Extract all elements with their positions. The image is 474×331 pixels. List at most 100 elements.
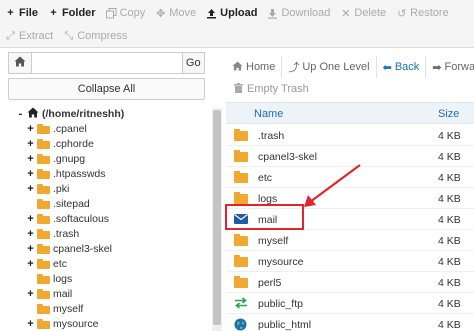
- upload-button[interactable]: Upload: [201, 3, 262, 23]
- go-button[interactable]: Go: [181, 53, 204, 73]
- upload-label: Upload: [220, 7, 258, 19]
- tree-home-button[interactable]: [9, 53, 32, 73]
- folder-icon: [37, 318, 50, 329]
- collapse-all-button[interactable]: Collapse All: [8, 78, 205, 100]
- download-button[interactable]: Download: [262, 3, 335, 23]
- new-folder-label: Folder: [61, 7, 96, 19]
- file-size: 4 KB: [438, 172, 461, 184]
- tree-item[interactable]: + .cphorde: [26, 136, 94, 151]
- tree-item[interactable]: + .trash: [26, 226, 79, 241]
- collapse-toggle-icon[interactable]: -: [16, 108, 25, 120]
- compress-icon: ⤡: [64, 29, 74, 42]
- tree-item[interactable]: logs: [26, 271, 72, 286]
- name-column-header[interactable]: Name: [254, 108, 283, 120]
- folder-icon: [37, 183, 50, 194]
- file-row[interactable]: .trash 4 KB: [226, 125, 474, 146]
- tree-item[interactable]: + mysource: [26, 316, 98, 331]
- file-size: 4 KB: [438, 193, 461, 205]
- tree-item[interactable]: - (/home/ritneshh): [16, 106, 124, 121]
- toggle-spacer: [26, 273, 35, 284]
- file-name: public_ftp: [258, 298, 303, 310]
- size-column-header[interactable]: Size: [438, 108, 459, 120]
- directory-tree-pane: Go Collapse All - (/home/ritneshh) + .cpane…: [0, 48, 222, 331]
- expand-toggle-icon[interactable]: +: [26, 228, 35, 240]
- expand-toggle-icon[interactable]: +: [26, 243, 35, 255]
- folder-icon: [37, 153, 50, 164]
- folder-icon: [37, 198, 50, 209]
- close-icon: ✕: [341, 7, 351, 20]
- tree-item[interactable]: + .gnupg: [26, 151, 85, 166]
- tree-item[interactable]: + cpanel3-skel: [26, 241, 112, 256]
- file-row[interactable]: mysource 4 KB: [226, 251, 474, 272]
- expand-toggle-icon[interactable]: +: [26, 153, 35, 165]
- folder-icon: [37, 213, 50, 224]
- home-button[interactable]: Home: [226, 56, 283, 78]
- download-label: Download: [281, 7, 331, 19]
- file-row[interactable]: myself 4 KB: [226, 230, 474, 251]
- file-size: 4 KB: [438, 151, 461, 163]
- tree-scrollbar-thumb[interactable]: [213, 110, 221, 325]
- tree-item[interactable]: + .htpasswds: [26, 166, 105, 181]
- copy-button[interactable]: Copy: [101, 3, 151, 23]
- download-icon: [267, 8, 278, 19]
- tree-item-label: mail: [53, 287, 73, 300]
- new-folder-button[interactable]: + Folder: [43, 3, 101, 23]
- folder-icon: [37, 258, 50, 269]
- expand-toggle-icon[interactable]: +: [26, 168, 35, 180]
- expand-toggle-icon[interactable]: +: [26, 138, 35, 150]
- folder-icon: [37, 123, 50, 134]
- empty-trash-button[interactable]: Empty Trash: [234, 79, 309, 99]
- file-row[interactable]: public_html 4 KB: [226, 314, 474, 331]
- folder-icon: [37, 273, 50, 284]
- file-row[interactable]: public_ftp 4 KB: [226, 293, 474, 314]
- upload-icon: [206, 8, 217, 19]
- file-row[interactable]: perl5 4 KB: [226, 272, 474, 293]
- tree-item[interactable]: myself: [26, 301, 83, 316]
- compress-button[interactable]: ⤡ Compress: [58, 26, 132, 46]
- folder-icon: [234, 192, 248, 204]
- expand-toggle-icon[interactable]: +: [26, 213, 35, 225]
- tree-item[interactable]: + .pki: [26, 181, 69, 196]
- navigation-bar: Home ⤴ Up One Level ⬅ Back ➡ Forward: [226, 54, 474, 80]
- file-size: 4 KB: [438, 277, 461, 289]
- home-icon: [232, 60, 243, 74]
- restore-button[interactable]: ↺ Restore: [391, 3, 454, 23]
- tree-item-label: myself: [53, 302, 84, 315]
- folder-icon: [37, 138, 50, 149]
- expand-toggle-icon[interactable]: +: [26, 123, 35, 135]
- tree-item[interactable]: + mail: [26, 286, 72, 301]
- move-button[interactable]: ✥ Move: [150, 3, 201, 23]
- expand-toggle-icon[interactable]: +: [26, 318, 35, 330]
- arrow-right-icon: ➡: [432, 61, 442, 74]
- up-one-level-button[interactable]: ⤴ Up One Level: [282, 56, 377, 78]
- expand-toggle-icon[interactable]: +: [26, 288, 35, 300]
- file-size: 4 KB: [438, 298, 461, 310]
- folder-icon: [234, 150, 248, 162]
- tree-item[interactable]: + etc: [26, 256, 67, 271]
- file-table-header: Name Size: [226, 102, 474, 124]
- tree-item-label: logs: [53, 272, 73, 285]
- tree-item[interactable]: .sitepad: [26, 196, 90, 211]
- path-input[interactable]: [31, 53, 182, 73]
- new-file-label: File: [19, 7, 38, 19]
- file-name: etc: [258, 172, 273, 184]
- arrow-left-icon: ⬅: [382, 61, 392, 74]
- expand-toggle-icon[interactable]: +: [26, 183, 35, 195]
- folder-icon: [234, 276, 248, 288]
- forward-label: Forward: [444, 61, 474, 73]
- extract-button[interactable]: ⤢ Extract: [0, 26, 58, 46]
- directory-tree: - (/home/ritneshh) + .cpanel + .cphorde + .gnup…: [0, 106, 210, 331]
- tree-item-label: .cpanel: [53, 122, 87, 135]
- forward-button[interactable]: ➡ Forward: [426, 56, 474, 78]
- delete-button[interactable]: ✕ Delete: [335, 3, 391, 23]
- new-file-button[interactable]: + File: [0, 3, 43, 23]
- back-button[interactable]: ⬅ Back: [377, 56, 427, 78]
- file-name: public_html: [258, 319, 312, 331]
- trash-icon: [234, 82, 243, 96]
- expand-toggle-icon[interactable]: +: [26, 258, 35, 270]
- folder-icon: [37, 228, 50, 239]
- path-bar: Go: [8, 52, 205, 74]
- plus-icon: +: [7, 7, 14, 19]
- tree-item[interactable]: + .cpanel: [26, 121, 87, 136]
- tree-item[interactable]: + .softaculous: [26, 211, 109, 226]
